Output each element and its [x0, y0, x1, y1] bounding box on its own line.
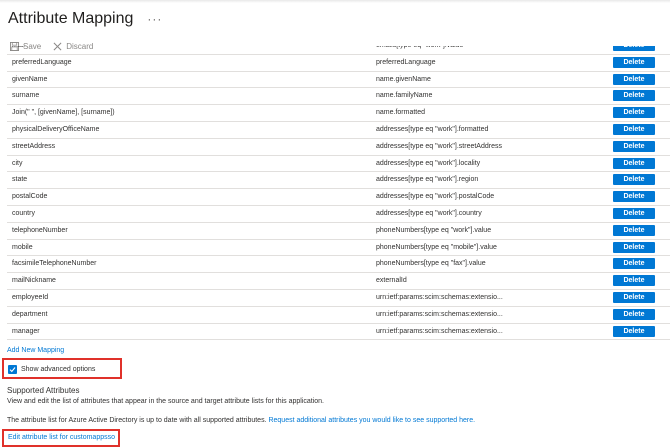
table-row: employeeId urn:ietf:params:scim:schemas:e… — [7, 290, 670, 307]
target-attribute: addresses[type eq "work"].region — [376, 176, 479, 184]
source-attribute[interactable]: department — [12, 311, 47, 318]
table-row: mail emails[type eq "work"].value Delete — [7, 46, 670, 55]
delete-mapping-button[interactable]: Delete — [613, 174, 655, 186]
table-row: physicalDeliveryOfficeName addresses[type… — [7, 122, 670, 139]
target-attribute: preferredLanguage — [376, 58, 436, 66]
source-attribute[interactable]: givenName — [12, 76, 47, 83]
delete-mapping-button[interactable]: Delete — [613, 308, 655, 320]
table-row: mobile phoneNumbers[type eq "mobile"].val… — [7, 240, 670, 257]
target-attribute: addresses[type eq "work"].postalCode — [376, 193, 495, 201]
target-attribute: addresses[type eq "work"].formatted — [376, 126, 489, 133]
delete-mapping-button[interactable]: Delete — [613, 292, 655, 303]
target-attribute: phoneNumbers[type eq "work"].value — [376, 226, 492, 234]
table-row: surname name.familyName Delete — [7, 88, 670, 106]
target-attribute: name.familyName — [376, 92, 433, 100]
table-row: manager urn:ietf:params:scim:schemas:exte… — [7, 324, 670, 341]
attribute-list-status-text: The attribute list for Azure Active Dire… — [7, 417, 267, 424]
show-advanced-options-label: Show advanced options — [21, 366, 96, 373]
source-attribute[interactable]: postalCode — [12, 193, 47, 200]
delete-mapping-button[interactable]: Delete — [613, 275, 655, 287]
target-attribute: urn:ietf:params:scim:schemas:extensio... — [376, 310, 503, 318]
target-attribute: externalId — [376, 277, 407, 285]
top-edge — [0, 0, 670, 3]
supported-attributes-description: View and edit the list of attributes tha… — [7, 398, 324, 405]
source-attribute[interactable]: mobile — [12, 244, 33, 251]
table-row: postalCode addresses[type eq "work"].post… — [7, 189, 670, 206]
source-attribute[interactable]: physicalDeliveryOfficeName — [12, 126, 99, 133]
table-row: streetAddress addresses[type eq "work"].s… — [7, 139, 670, 156]
target-attribute: urn:ietf:params:scim:schemas:extensio... — [376, 294, 503, 301]
delete-mapping-button[interactable]: Delete — [613, 90, 655, 102]
attribute-list-status: The attribute list for Azure Active Dire… — [7, 417, 475, 424]
source-attribute[interactable]: manager — [12, 328, 40, 335]
target-attribute: phoneNumbers[type eq "fax"].value — [376, 260, 486, 268]
target-attribute: name.formatted — [376, 109, 426, 117]
source-attribute[interactable]: employeeId — [12, 294, 48, 301]
delete-mapping-button[interactable]: Delete — [613, 73, 655, 85]
table-row: Join(" ", [givenName], [surname]) name.fo… — [7, 105, 670, 122]
target-attribute: emails[type eq "work"].value — [376, 46, 463, 49]
supported-attributes-heading: Supported Attributes — [7, 386, 80, 395]
table-row: country addresses[type eq "work"].country… — [7, 206, 670, 223]
attribute-mapping-table: mailemails[type eq "work"].valueDeletepr… — [7, 46, 670, 346]
delete-mapping-button[interactable]: Delete — [613, 191, 655, 203]
source-attribute[interactable]: preferredLanguage — [12, 59, 72, 66]
delete-mapping-button[interactable]: Delete — [613, 140, 655, 152]
edit-attribute-list-link[interactable]: Edit attribute list for customappsso — [8, 434, 115, 441]
source-attribute[interactable]: country — [12, 210, 35, 217]
table-row: telephoneNumber phoneNumbers[type eq "wor… — [7, 223, 670, 240]
target-attribute: addresses[type eq "work"].streetAddress — [376, 142, 502, 150]
source-attribute[interactable]: streetAddress — [12, 143, 55, 150]
table-row: state addresses[type eq "work"].region Del… — [7, 172, 670, 190]
delete-mapping-button[interactable]: Delete — [613, 325, 655, 337]
delete-mapping-button[interactable]: Delete — [613, 107, 655, 119]
checkbox-checked-icon — [8, 365, 17, 374]
delete-mapping-button[interactable]: Delete — [613, 56, 655, 68]
delete-mapping-button[interactable]: Delete — [613, 46, 655, 51]
delete-mapping-button[interactable]: Delete — [613, 241, 655, 253]
target-attribute: phoneNumbers[type eq "mobile"].value — [376, 243, 497, 251]
add-new-mapping-link[interactable]: Add New Mapping — [7, 347, 64, 354]
source-attribute[interactable]: state — [12, 176, 27, 183]
source-attribute[interactable]: Join(" ", [givenName], [surname]) — [12, 109, 115, 116]
table-row: facsimileTelephoneNumber phoneNumbers[typ… — [7, 256, 670, 274]
delete-mapping-button[interactable]: Delete — [613, 157, 655, 169]
source-attribute[interactable]: telephoneNumber — [12, 227, 68, 234]
source-attribute[interactable]: facsimileTelephoneNumber — [12, 260, 96, 267]
target-attribute: addresses[type eq "work"].country — [376, 210, 482, 217]
more-options-icon[interactable]: ··· — [147, 12, 162, 26]
delete-mapping-button[interactable]: Delete — [613, 208, 655, 219]
page-title: Attribute Mapping — [8, 10, 134, 27]
table-row: city addresses[type eq "work"].locality De… — [7, 156, 670, 173]
source-attribute[interactable]: surname — [12, 92, 39, 99]
source-attribute[interactable]: mailNickname — [12, 277, 56, 284]
show-advanced-options-checkbox[interactable]: Show advanced options — [8, 365, 95, 374]
table-row: preferredLanguage preferredLanguage Delete — [7, 55, 670, 72]
delete-mapping-button[interactable]: Delete — [613, 224, 655, 236]
table-row: givenName name.givenName Delete — [7, 72, 670, 89]
page-header: Attribute Mapping ··· — [8, 8, 162, 30]
request-attributes-link[interactable]: Request additional attributes you would … — [268, 417, 475, 424]
delete-mapping-button[interactable]: Delete — [613, 258, 655, 270]
target-attribute: name.givenName — [376, 75, 431, 83]
source-attribute[interactable]: city — [12, 160, 23, 167]
delete-mapping-button[interactable]: Delete — [613, 124, 655, 135]
target-attribute: addresses[type eq "work"].locality — [376, 159, 481, 167]
target-attribute: urn:ietf:params:scim:schemas:extensio... — [376, 327, 503, 335]
table-row: department urn:ietf:params:scim:schemas:e… — [7, 307, 670, 324]
table-row: mailNickname externalId Delete — [7, 273, 670, 290]
source-attribute[interactable]: mail — [12, 46, 25, 49]
